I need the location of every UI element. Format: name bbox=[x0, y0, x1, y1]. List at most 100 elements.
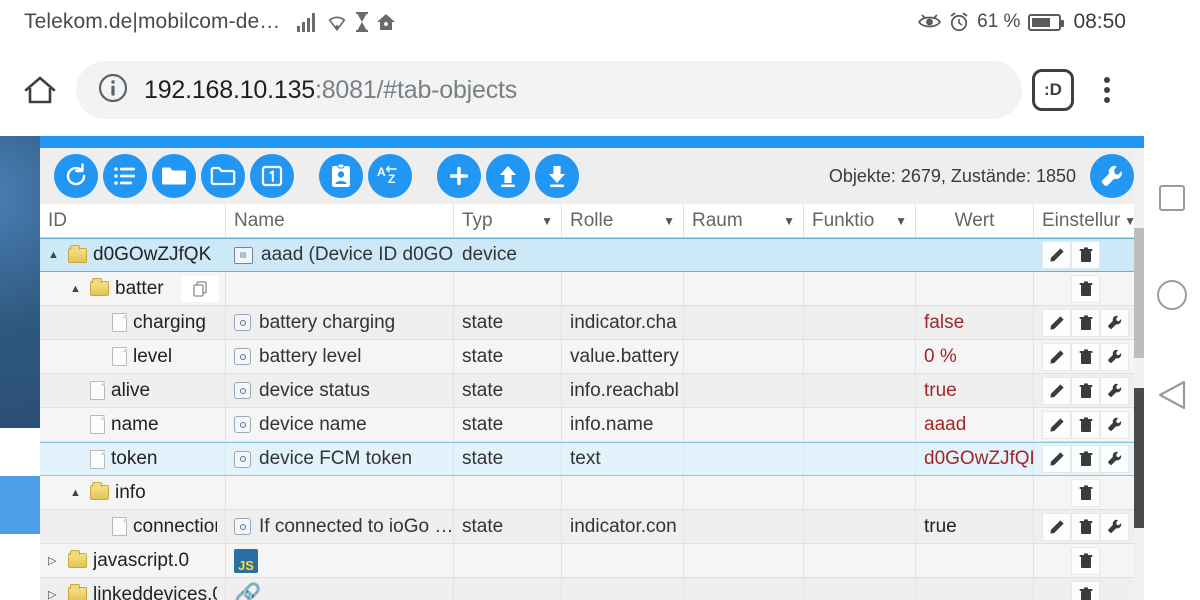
table-row[interactable]: ▷ javascript.0 JS bbox=[40, 544, 1144, 578]
cell-wert[interactable]: false bbox=[916, 306, 1034, 339]
cell-rolle[interactable]: indicator.con bbox=[562, 510, 684, 543]
cell-wert[interactable] bbox=[916, 239, 1034, 271]
delete-button[interactable] bbox=[1071, 512, 1100, 541]
cell-wert[interactable]: true bbox=[916, 374, 1034, 407]
cell-raum[interactable] bbox=[684, 374, 804, 407]
square-recents-icon[interactable] bbox=[1159, 184, 1185, 211]
column-header-rolle[interactable]: Rolle ▼ bbox=[562, 204, 684, 238]
cell-rolle[interactable]: indicator.cha bbox=[562, 306, 684, 339]
cell-typ[interactable] bbox=[454, 578, 562, 600]
cell-id[interactable]: ▲ d0GOwZJfQK bbox=[40, 239, 226, 271]
cell-funktion[interactable] bbox=[804, 306, 916, 339]
cell-raum[interactable] bbox=[684, 476, 804, 509]
table-row[interactable]: ▲ info bbox=[40, 476, 1144, 510]
table-row[interactable]: alive device status state info.reachabl true bbox=[40, 374, 1144, 408]
settings-row-button[interactable] bbox=[1100, 376, 1129, 405]
triangle-back-icon[interactable] bbox=[1157, 379, 1187, 416]
edit-button[interactable] bbox=[1042, 410, 1071, 439]
chevron-down-icon[interactable]: ▼ bbox=[541, 214, 553, 228]
expand-level-button[interactable] bbox=[250, 154, 294, 198]
cell-name[interactable]: device FCM token bbox=[226, 443, 454, 475]
cell-id[interactable]: alive bbox=[40, 374, 226, 407]
cell-rolle[interactable] bbox=[562, 239, 684, 271]
refresh-button[interactable] bbox=[54, 154, 98, 198]
cell-rolle[interactable]: info.name bbox=[562, 408, 684, 441]
table-row[interactable]: token device FCM token state text d0GOwZJfQK bbox=[40, 442, 1144, 476]
delete-button[interactable] bbox=[1071, 445, 1100, 473]
import-button[interactable] bbox=[486, 154, 530, 198]
cell-name[interactable]: 🔗 bbox=[226, 578, 454, 600]
smiley-button[interactable]: :D bbox=[1032, 69, 1074, 111]
cell-raum[interactable] bbox=[684, 239, 804, 271]
cell-name[interactable]: ▤ aaad (Device ID d0GO… bbox=[226, 239, 454, 271]
cell-name[interactable]: battery charging bbox=[226, 306, 454, 339]
settings-row-button[interactable] bbox=[1100, 512, 1129, 541]
cell-raum[interactable] bbox=[684, 578, 804, 600]
cell-wert[interactable] bbox=[916, 476, 1034, 509]
cell-wert[interactable]: aaad bbox=[916, 408, 1034, 441]
cell-funktion[interactable] bbox=[804, 340, 916, 373]
cell-funktion[interactable] bbox=[804, 374, 916, 407]
column-header-funktion[interactable]: Funktio ▼ bbox=[804, 204, 916, 238]
chevron-down-icon[interactable]: ▼ bbox=[663, 214, 675, 228]
table-row[interactable]: ▲ batter bbox=[40, 272, 1144, 306]
delete-button[interactable] bbox=[1071, 546, 1100, 575]
cell-name[interactable]: battery level bbox=[226, 340, 454, 373]
cell-id[interactable]: ▲ info bbox=[40, 476, 226, 509]
cell-name[interactable]: device name bbox=[226, 408, 454, 441]
sort-alpha-button[interactable]: A Z bbox=[368, 154, 412, 198]
cell-funktion[interactable] bbox=[804, 544, 916, 577]
settings-row-button[interactable] bbox=[1100, 445, 1129, 473]
cell-wert[interactable]: d0GOwZJfQK bbox=[916, 443, 1034, 475]
cell-typ[interactable]: state bbox=[454, 443, 562, 475]
table-row[interactable]: charging battery charging state indicator.c… bbox=[40, 306, 1144, 340]
chevron-down-icon[interactable]: ▼ bbox=[895, 214, 907, 228]
delete-button[interactable] bbox=[1071, 241, 1100, 269]
scrollbar-thumb[interactable] bbox=[1134, 388, 1144, 528]
export-button[interactable] bbox=[535, 154, 579, 198]
edit-button[interactable] bbox=[1042, 445, 1071, 473]
home-button[interactable] bbox=[18, 68, 62, 112]
table-row[interactable]: ▲ d0GOwZJfQK ▤ aaad (Device ID d0GO… device bbox=[40, 238, 1144, 272]
cell-name[interactable]: device status bbox=[226, 374, 454, 407]
cell-rolle[interactable] bbox=[562, 544, 684, 577]
cell-funktion[interactable] bbox=[804, 239, 916, 271]
edit-button[interactable] bbox=[1042, 376, 1071, 405]
column-header-raum[interactable]: Raum ▼ bbox=[684, 204, 804, 238]
cell-funktion[interactable] bbox=[804, 476, 916, 509]
chevron-down-icon[interactable]: ▲ bbox=[48, 249, 62, 261]
cell-id[interactable]: ▲ batter bbox=[40, 272, 226, 305]
cell-id[interactable]: connection bbox=[40, 510, 226, 543]
cell-raum[interactable] bbox=[684, 510, 804, 543]
delete-button[interactable] bbox=[1071, 342, 1100, 371]
delete-button[interactable] bbox=[1071, 274, 1100, 303]
cell-raum[interactable] bbox=[684, 306, 804, 339]
add-object-button[interactable] bbox=[437, 154, 481, 198]
cell-rolle[interactable] bbox=[562, 578, 684, 600]
cell-name[interactable]: JS bbox=[226, 544, 454, 577]
cell-raum[interactable] bbox=[684, 544, 804, 577]
copy-icon[interactable] bbox=[181, 275, 219, 302]
cell-id[interactable]: token bbox=[40, 443, 226, 475]
cell-raum[interactable] bbox=[684, 443, 804, 475]
delete-button[interactable] bbox=[1071, 376, 1100, 405]
settings-button[interactable] bbox=[1090, 154, 1134, 198]
cell-id[interactable]: name bbox=[40, 408, 226, 441]
page-info-icon[interactable] bbox=[98, 73, 128, 108]
column-header-einstellungen[interactable]: Einstellur ▼ bbox=[1034, 204, 1144, 238]
edit-button[interactable] bbox=[1042, 342, 1071, 371]
cell-funktion[interactable] bbox=[804, 578, 916, 600]
cell-wert[interactable]: 0 % bbox=[916, 340, 1034, 373]
cell-id[interactable]: ▷ javascript.0 bbox=[40, 544, 226, 577]
cell-rolle[interactable]: value.battery bbox=[562, 340, 684, 373]
cell-funktion[interactable] bbox=[804, 510, 916, 543]
cell-typ[interactable] bbox=[454, 272, 562, 305]
cell-id[interactable]: ▷ linkeddevices.0 bbox=[40, 578, 226, 600]
edit-button[interactable] bbox=[1042, 308, 1071, 337]
collapse-all-button[interactable] bbox=[201, 154, 245, 198]
cell-wert[interactable] bbox=[916, 578, 1034, 600]
circle-home-icon[interactable] bbox=[1157, 279, 1187, 310]
scrollbar-thumb-light[interactable] bbox=[1134, 228, 1144, 358]
delete-button[interactable] bbox=[1071, 478, 1100, 507]
cell-wert[interactable] bbox=[916, 272, 1034, 305]
